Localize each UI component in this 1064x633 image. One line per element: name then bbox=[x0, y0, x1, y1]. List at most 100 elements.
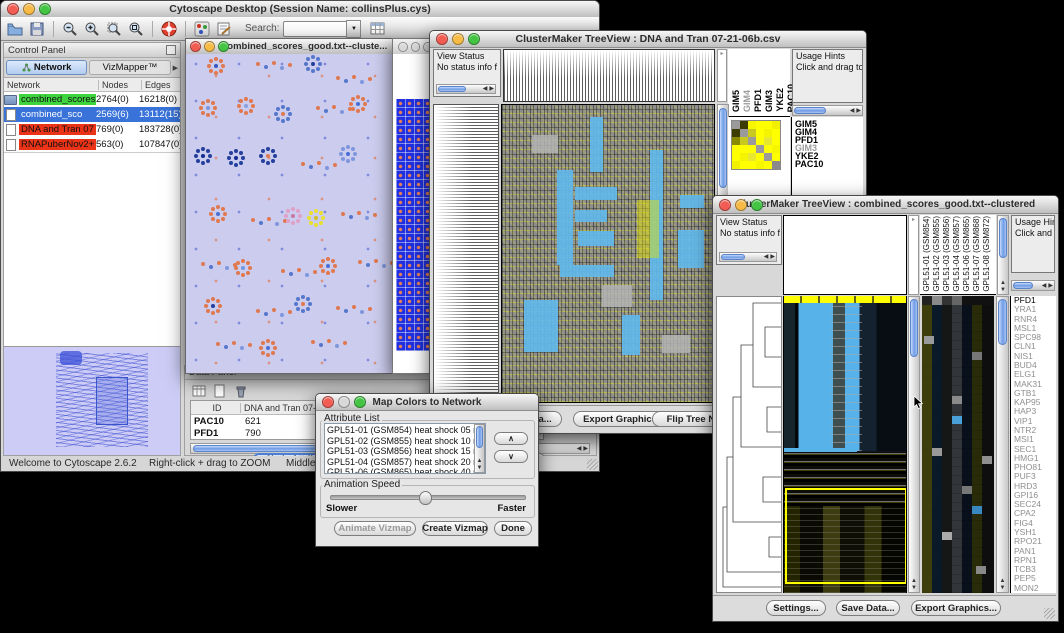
column-label[interactable]: GPL51-02 (GSM855) bbox=[932, 216, 941, 292]
column-label[interactable]: GPL51-04 (GSM857) bbox=[952, 216, 961, 292]
tab-overflow-arrow[interactable]: ▶ bbox=[173, 64, 178, 72]
zoom-out-icon[interactable] bbox=[61, 20, 79, 38]
zoom-button[interactable] bbox=[39, 3, 51, 15]
zoom-button[interactable] bbox=[218, 41, 229, 52]
gene-label[interactable]: MON2 bbox=[1014, 584, 1056, 593]
export-graphics-button[interactable]: Export Graphics... bbox=[911, 600, 1001, 616]
delete-attribute-icon[interactable] bbox=[233, 383, 248, 398]
tv1-column-dendrogram[interactable] bbox=[503, 49, 715, 102]
tab-network[interactable]: Network bbox=[6, 60, 87, 75]
animation-speed-slider[interactable] bbox=[330, 495, 526, 500]
close-button[interactable] bbox=[7, 3, 19, 15]
tv2-resize-grip[interactable] bbox=[1044, 608, 1055, 619]
done-button[interactable]: Done bbox=[494, 521, 532, 536]
move-up-button[interactable]: ∧ bbox=[494, 432, 528, 445]
column-label[interactable]: PFD1 bbox=[753, 89, 763, 112]
id-column-header[interactable]: ID bbox=[191, 403, 241, 413]
scroll-left-icon[interactable]: ◀ bbox=[577, 445, 582, 452]
save-icon[interactable] bbox=[28, 20, 46, 38]
column-label[interactable]: GPL51-06 (GSM865) bbox=[962, 216, 971, 292]
open-file-icon[interactable] bbox=[6, 20, 24, 38]
attribute-list-scrollbar[interactable]: ▲▼ bbox=[474, 424, 485, 473]
tab-vizmapper[interactable]: VizMapper™ bbox=[89, 60, 170, 75]
annotation-icon[interactable] bbox=[215, 20, 233, 38]
zoom-fit-icon[interactable] bbox=[105, 20, 123, 38]
tv2-genes-vscrollbar[interactable]: ▲▼ bbox=[996, 296, 1009, 593]
new-attribute-icon[interactable] bbox=[212, 383, 227, 398]
column-label[interactable]: GPL51-08 (GSM872) bbox=[982, 216, 991, 292]
minimize-button[interactable] bbox=[452, 33, 464, 45]
column-label[interactable]: GIM4 bbox=[742, 90, 752, 112]
attribute-item[interactable]: GPL51-04 (GSM857) heat shock 20 min bbox=[327, 457, 483, 468]
attribute-item[interactable]: GPL51-06 (GSM865) heat shock 40 min bbox=[327, 467, 483, 474]
zoom-selected-icon[interactable] bbox=[127, 20, 145, 38]
col-edges[interactable]: Edges bbox=[142, 80, 180, 90]
tv2-zoom-heatmap[interactable] bbox=[922, 296, 994, 593]
settings-button[interactable]: Settings... bbox=[766, 600, 826, 616]
attribute-item[interactable]: GPL51-02 (GSM855) heat shock 10 min bbox=[327, 436, 483, 447]
close-button[interactable] bbox=[322, 396, 334, 408]
close-button[interactable] bbox=[719, 199, 731, 211]
minimize-button[interactable] bbox=[204, 41, 215, 52]
slider-thumb[interactable] bbox=[419, 491, 432, 505]
column-label[interactable]: GPL51-01 (GSM854) bbox=[922, 216, 931, 292]
heatmap-selection-rect[interactable] bbox=[785, 488, 907, 584]
minimize-button[interactable] bbox=[735, 199, 747, 211]
attribute-list[interactable]: GPL51-01 (GSM854) heat shock 05 minGPL51… bbox=[324, 423, 486, 474]
save-data-button[interactable]: Save Data... bbox=[836, 600, 900, 616]
main-titlebar[interactable]: Cytoscape Desktop (Session Name: collins… bbox=[1, 1, 599, 18]
col-nodes[interactable]: Nodes bbox=[99, 80, 142, 90]
tv2-usage-hscrollbar[interactable]: ◀▶ bbox=[1011, 280, 1055, 291]
column-label[interactable]: GPL51-07 (GSM868) bbox=[972, 216, 981, 292]
tv1-usage-hscrollbar[interactable]: ◀▶ bbox=[792, 105, 863, 116]
tv2-global-heatmap[interactable] bbox=[783, 296, 907, 593]
attribute-browser-icon[interactable] bbox=[369, 20, 387, 38]
tv2-status-hscrollbar[interactable]: ◀▶ bbox=[719, 252, 777, 262]
tv1-row-dendrogram[interactable] bbox=[433, 104, 499, 403]
vizmapper-icon[interactable] bbox=[193, 20, 211, 38]
tv1-global-heatmap[interactable] bbox=[501, 104, 715, 403]
select-attributes-icon[interactable] bbox=[191, 383, 206, 398]
close-button[interactable] bbox=[436, 33, 448, 45]
help-icon[interactable] bbox=[160, 20, 178, 38]
tv2-column-dendrogram[interactable] bbox=[783, 215, 907, 295]
close-button[interactable] bbox=[398, 42, 408, 52]
minimize-button[interactable] bbox=[23, 3, 35, 15]
tv2-labels-vscrollbar[interactable]: ▲▼ bbox=[997, 215, 1009, 295]
birdseye-viewport-rect[interactable] bbox=[96, 377, 128, 425]
scroll-right-icon[interactable]: ▶ bbox=[583, 445, 588, 452]
minimize-button[interactable] bbox=[411, 42, 421, 52]
network-canvas[interactable] bbox=[186, 54, 393, 373]
column-label[interactable]: GPL51-03 (GSM856) bbox=[942, 216, 951, 292]
main-resize-grip[interactable] bbox=[587, 459, 598, 470]
close-button[interactable] bbox=[190, 41, 201, 52]
tv1-status-hscrollbar[interactable]: ◀▶ bbox=[436, 84, 496, 94]
gene-label[interactable]: PAC10 bbox=[795, 160, 863, 168]
tv2-row-dendrogram[interactable] bbox=[716, 296, 782, 593]
network-row[interactable]: DNA and Tran 07 769(0) 183728(0) bbox=[4, 122, 180, 137]
search-input[interactable] bbox=[283, 21, 346, 37]
animate-vizmap-button[interactable]: Animate Vizmap bbox=[334, 521, 416, 536]
zoom-button[interactable] bbox=[354, 396, 366, 408]
zoom-button[interactable] bbox=[751, 199, 763, 211]
view-status-text: No status info f bbox=[720, 228, 778, 239]
create-vizmap-button[interactable]: Create Vizmap bbox=[422, 521, 488, 536]
network-row[interactable]: RNAPuberNov2+ 563(0) 107847(0) bbox=[4, 137, 180, 152]
attribute-item[interactable]: GPL51-03 (GSM856) heat shock 15 min bbox=[327, 446, 483, 457]
col-network[interactable]: Network bbox=[4, 80, 99, 90]
birdseye-view[interactable] bbox=[4, 346, 180, 455]
column-label[interactable]: YKE2 bbox=[775, 88, 785, 112]
attribute-item[interactable]: GPL51-01 (GSM854) heat shock 05 min bbox=[327, 425, 483, 436]
minimize-button[interactable] bbox=[338, 396, 350, 408]
column-label[interactable]: GIM5 bbox=[731, 90, 741, 112]
float-panel-icon[interactable] bbox=[166, 45, 176, 55]
network-row[interactable]: combined_sco 2569(6) 13112(15) bbox=[4, 107, 180, 122]
zoom-in-icon[interactable] bbox=[83, 20, 101, 38]
network-row[interactable]: combined_scores 2764(0) 16218(0) bbox=[4, 92, 180, 107]
column-label[interactable]: GIM3 bbox=[764, 90, 774, 112]
tv2-heatmap-vscrollbar[interactable]: ▲▼ bbox=[908, 296, 920, 593]
move-down-button[interactable]: ∨ bbox=[494, 450, 528, 463]
tv1-zoom-heatmap[interactable] bbox=[731, 120, 781, 170]
zoom-button[interactable] bbox=[468, 33, 480, 45]
search-dropdown-button[interactable]: ▼ bbox=[346, 20, 361, 38]
